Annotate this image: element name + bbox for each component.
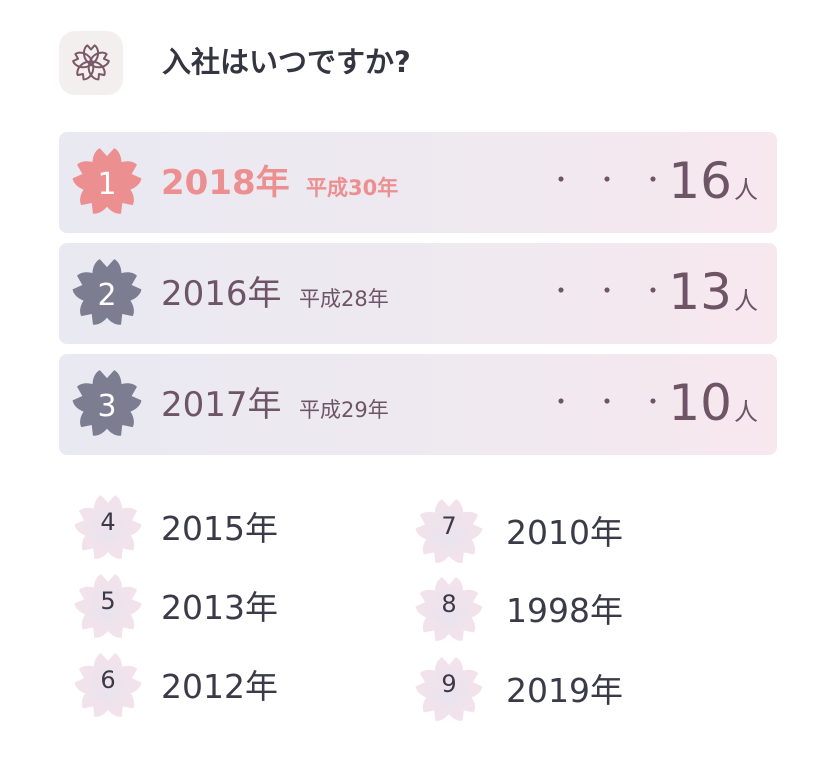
sakura-outline-icon — [71, 44, 111, 83]
sakura-icon: 1 — [71, 146, 143, 218]
rank-number: 8 — [441, 590, 457, 618]
rank-card-2: 2 2016年 平成28年 ・・・ 13人 — [59, 243, 777, 344]
year-label: 2015年 — [161, 509, 278, 548]
rank-number: 7 — [441, 512, 457, 540]
era-label: 平成28年 — [299, 287, 389, 311]
rank-number: 3 — [97, 388, 117, 424]
sakura-icon: 2 — [71, 257, 143, 329]
page-title: 入社はいつですか? — [162, 45, 411, 79]
sakura-icon: 6 — [73, 651, 143, 721]
rank-card-1: 1 2018年 平成30年 ・・・ 16人 — [59, 132, 777, 233]
leader-dots: ・・・ — [549, 166, 687, 194]
rank-number: 9 — [441, 670, 457, 698]
year-label: 2010年 — [506, 513, 623, 552]
era-label: 平成30年 — [306, 176, 399, 200]
era-label: 平成29年 — [299, 398, 389, 422]
count-number: 16 — [668, 152, 732, 210]
rank-number: 1 — [97, 166, 117, 202]
rank-number: 6 — [100, 666, 116, 694]
count-number: 10 — [668, 374, 732, 432]
year-label: 2016年 — [161, 274, 282, 314]
year-label: 2017年 — [161, 385, 282, 425]
year-label: 2012年 — [161, 667, 278, 706]
year-label: 2013年 — [161, 588, 278, 627]
sakura-icon: 8 — [414, 575, 484, 645]
rank-number: 4 — [100, 508, 116, 536]
sakura-icon: 4 — [73, 493, 143, 563]
leader-dots: ・・・ — [549, 277, 687, 305]
rank-card-3: 3 2017年 平成29年 ・・・ 10人 — [59, 354, 777, 455]
count-unit: 人 — [734, 287, 758, 315]
rank-number: 2 — [97, 277, 117, 313]
count-value: 10人 — [668, 374, 758, 432]
year-label: 1998年 — [506, 591, 623, 630]
year-label: 2018年 — [161, 163, 290, 203]
sakura-icon: 5 — [73, 572, 143, 642]
sakura-icon: 7 — [414, 497, 484, 567]
count-number: 13 — [668, 263, 732, 321]
count-value: 13人 — [668, 263, 758, 321]
rank-number: 5 — [100, 587, 116, 615]
count-value: 16人 — [668, 152, 758, 210]
header-icon-tile — [59, 31, 123, 95]
year-label: 2019年 — [506, 671, 623, 710]
count-unit: 人 — [734, 176, 758, 204]
sakura-icon: 3 — [71, 368, 143, 440]
count-unit: 人 — [734, 398, 758, 426]
sakura-icon: 9 — [414, 655, 484, 725]
leader-dots: ・・・ — [549, 388, 687, 416]
